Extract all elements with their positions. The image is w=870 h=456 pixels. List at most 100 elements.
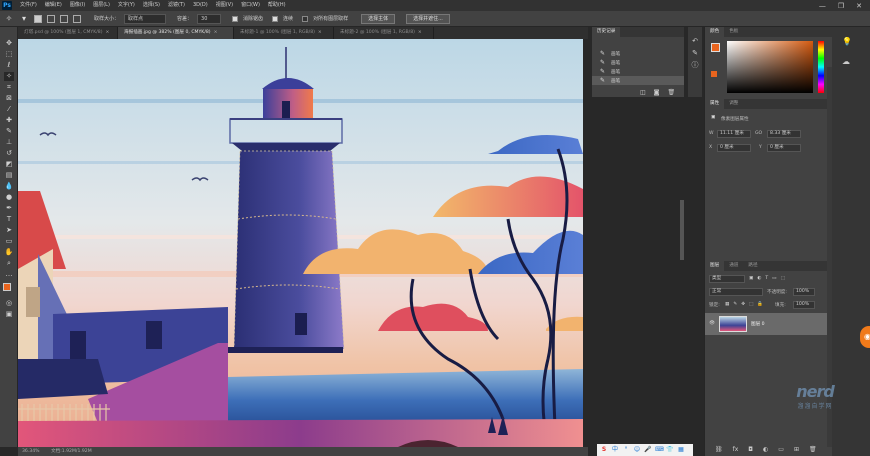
screen-mode-icon[interactable]: ▣	[4, 310, 14, 319]
brush-settings-icon[interactable]: ✎	[690, 49, 700, 58]
hue-slider[interactable]	[818, 41, 824, 93]
sample-all-layers-checkbox[interactable]	[302, 15, 309, 22]
hand-tool-icon[interactable]: ✋	[4, 248, 14, 257]
close-tab-icon[interactable]: ×	[418, 30, 422, 35]
layer-style-icon[interactable]: fx	[733, 446, 739, 453]
menu-help[interactable]: 帮助(H)	[264, 0, 290, 11]
move-tool-icon[interactable]: ✥	[4, 39, 14, 48]
tab-lighthouse-psd[interactable]: 灯塔.psd @ 100% (图层 1, CMYK/8) ×	[18, 27, 118, 39]
lasso-tool-icon[interactable]: ℓ	[4, 61, 14, 70]
close-button[interactable]: ✕	[856, 2, 862, 10]
lock-artboard-icon[interactable]: ⬚	[749, 302, 753, 307]
eraser-tool-icon[interactable]: ◩	[4, 160, 14, 169]
x-input[interactable]: 0 厘米	[717, 144, 751, 152]
crop-tool-icon[interactable]: ⌗	[4, 83, 14, 92]
select-subject-button[interactable]: 选择主体	[361, 13, 396, 24]
add-mask-icon[interactable]: ◘	[748, 446, 753, 453]
tab-untitled-2[interactable]: 未标题-2 @ 100% (图层 1, RGB/8) ×	[334, 27, 434, 39]
floating-help-button[interactable]: ◉	[860, 326, 870, 348]
fill-input[interactable]: 100%	[793, 301, 815, 309]
add-selection-icon[interactable]	[47, 14, 55, 23]
history-icon[interactable]: ↶	[690, 37, 700, 46]
delete-layer-icon[interactable]: 🗑	[809, 446, 817, 453]
tab-paths[interactable]: 路径	[743, 261, 762, 271]
tab-history[interactable]: 历史记录	[592, 27, 621, 37]
history-item[interactable]: ✎ 画笔	[592, 67, 684, 76]
history-brush-icon[interactable]: ↺	[4, 149, 14, 158]
ime-mic-icon[interactable]: 🎤	[644, 446, 652, 454]
intersect-selection-icon[interactable]	[73, 14, 81, 23]
shape-tool-icon[interactable]: ▭	[4, 237, 14, 246]
tolerance-input[interactable]: 30	[197, 13, 222, 24]
marquee-tool-icon[interactable]: ⬚	[4, 50, 14, 59]
link-label[interactable]: GO	[755, 131, 762, 136]
sample-size-select[interactable]: 取样点	[124, 13, 167, 24]
contiguous-checkbox[interactable]	[272, 15, 279, 22]
color-fg-swatch[interactable]	[711, 43, 720, 52]
ime-tools-icon[interactable]: ▦	[677, 446, 685, 454]
tab-untitled-1[interactable]: 未标题-1 @ 100% (图层 1, RGB/8) ×	[234, 27, 334, 39]
lock-position-icon[interactable]: ✥	[741, 302, 745, 307]
history-item[interactable]: ✎ 画笔	[592, 58, 684, 67]
subtract-selection-icon[interactable]	[60, 14, 68, 23]
layer-filter-select[interactable]: 类型	[709, 275, 745, 283]
menu-layer[interactable]: 图层(L)	[89, 0, 114, 11]
canvas-area[interactable]	[18, 39, 588, 448]
type-tool-icon[interactable]: T	[4, 215, 14, 224]
close-tab-icon[interactable]: ×	[318, 30, 322, 35]
close-tab-icon[interactable]: ×	[106, 30, 110, 35]
tab-poster-jpg[interactable]: 海报插画.jpg @ 382% (图层 0, CMYK/8) ×	[118, 27, 234, 39]
pen-tool-icon[interactable]: ✒	[4, 204, 14, 213]
adjustment-layer-icon[interactable]: ◐	[763, 446, 768, 453]
out-of-gamut-swatch[interactable]	[711, 71, 717, 77]
tab-properties[interactable]: 属性	[705, 99, 725, 109]
gradient-tool-icon[interactable]: ▤	[4, 171, 14, 180]
sogou-logo-icon[interactable]: S	[600, 446, 608, 454]
quick-mask-icon[interactable]: ◎	[4, 299, 14, 308]
camera-icon[interactable]: ◙	[654, 89, 660, 96]
history-item[interactable]: ✎ 画笔	[592, 76, 684, 85]
filter-type-icon[interactable]: T	[765, 276, 768, 281]
frame-tool-icon[interactable]: ⊠	[4, 94, 14, 103]
lock-image-icon[interactable]: ✎	[733, 302, 737, 307]
menu-select[interactable]: 选择(S)	[139, 0, 164, 11]
foreground-color-swatch[interactable]	[3, 283, 11, 291]
menu-view[interactable]: 视图(V)	[212, 0, 237, 11]
filter-pixel-icon[interactable]: ▣	[749, 276, 753, 281]
menu-window[interactable]: 窗口(W)	[237, 0, 264, 11]
magic-wand-icon[interactable]: ✧	[4, 14, 14, 24]
ime-skin-icon[interactable]: 👕	[666, 446, 674, 454]
tab-color[interactable]: 颜色	[705, 27, 725, 37]
snapshot-icon[interactable]: ◫	[640, 89, 646, 96]
brush-tool-icon[interactable]: ✎	[4, 127, 14, 136]
menu-3d[interactable]: 3D(D)	[189, 0, 212, 11]
menu-filter[interactable]: 滤镜(T)	[164, 0, 189, 11]
trash-icon[interactable]: 🗑	[668, 89, 676, 96]
tab-layers[interactable]: 图层	[705, 261, 725, 271]
opacity-input[interactable]: 100%	[793, 288, 815, 296]
y-input[interactable]: 0 厘米	[767, 144, 801, 152]
new-layer-icon[interactable]: ⊞	[794, 446, 799, 453]
magic-wand-tool-icon[interactable]: ✧	[4, 72, 14, 81]
width-input[interactable]: 11.11 厘米	[717, 130, 751, 138]
layer-name[interactable]: 图层 0	[751, 321, 765, 327]
minimize-button[interactable]: —	[819, 2, 826, 10]
ime-mode-icon[interactable]: 中	[611, 446, 619, 454]
close-tab-icon[interactable]: ×	[214, 30, 218, 35]
zoom-tool-icon[interactable]: ⌕	[4, 259, 14, 268]
ime-keyboard-icon[interactable]: ⌨	[655, 446, 664, 454]
healing-tool-icon[interactable]: ✚	[4, 116, 14, 125]
anti-alias-checkbox[interactable]	[232, 15, 239, 22]
ime-emoji-icon[interactable]: ☺	[633, 446, 641, 454]
lightbulb-icon[interactable]: 💡	[842, 37, 852, 46]
document-canvas[interactable]	[18, 39, 588, 448]
history-item[interactable]: ✎ 画笔	[592, 49, 684, 58]
blend-mode-select[interactable]: 正常	[709, 288, 763, 296]
select-and-mask-button[interactable]: 选择并遮住...	[406, 13, 450, 24]
menu-edit[interactable]: 编辑(E)	[41, 0, 66, 11]
filter-smart-icon[interactable]: ⬚	[781, 276, 785, 281]
tab-adjustments[interactable]: 调整	[724, 99, 743, 109]
new-selection-icon[interactable]	[34, 14, 42, 23]
menu-file[interactable]: 文件(F)	[16, 0, 41, 11]
new-group-icon[interactable]: ▭	[778, 446, 784, 453]
